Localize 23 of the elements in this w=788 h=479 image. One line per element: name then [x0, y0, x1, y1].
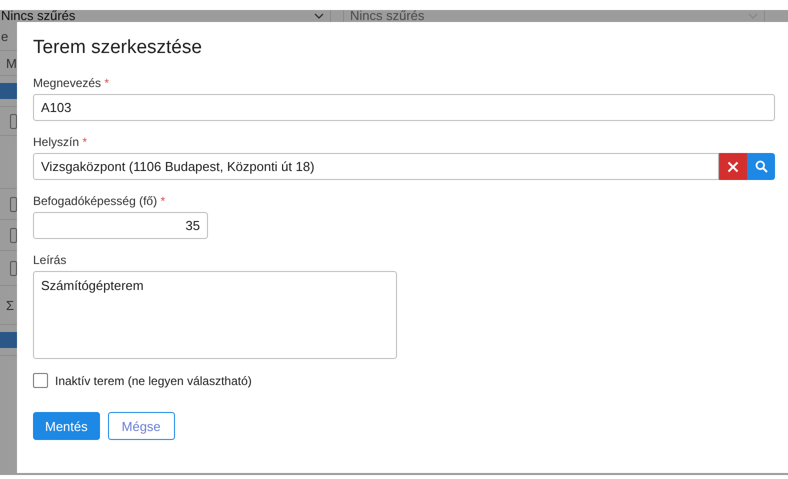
field-label: Helyszín *	[33, 135, 88, 149]
save-button[interactable]: Mentés	[33, 412, 100, 440]
dialog-title: Terem szerkesztése	[33, 36, 203, 60]
table-cell: M	[6, 56, 17, 70]
clear-button[interactable]	[719, 153, 747, 180]
row-highlight	[0, 332, 17, 348]
close-icon	[727, 160, 739, 172]
location-field[interactable]: Vizsgaközpont (1106 Budapest, Központi út 18)	[33, 153, 719, 180]
search-icon	[754, 160, 768, 173]
checkbox[interactable]	[33, 373, 48, 388]
description-field[interactable]: Számítógépterem	[33, 271, 397, 359]
table-cell: Σ	[6, 298, 14, 312]
field-label: Befogadóképesség (fő) *	[33, 194, 166, 208]
capacity-field[interactable]: 35	[33, 212, 208, 239]
search-button[interactable]	[747, 153, 775, 180]
field-label: Leírás	[33, 253, 68, 267]
checkbox-label: Inaktív terem (ne legyen választható)	[55, 374, 252, 388]
field-label: Megnevezés *	[33, 76, 110, 90]
name-field[interactable]: A103	[33, 94, 775, 121]
cancel-button[interactable]: Mégse	[108, 412, 175, 440]
table-cell: e	[1, 28, 8, 44]
row-highlight	[0, 83, 17, 99]
chevron-down-icon	[314, 12, 324, 20]
